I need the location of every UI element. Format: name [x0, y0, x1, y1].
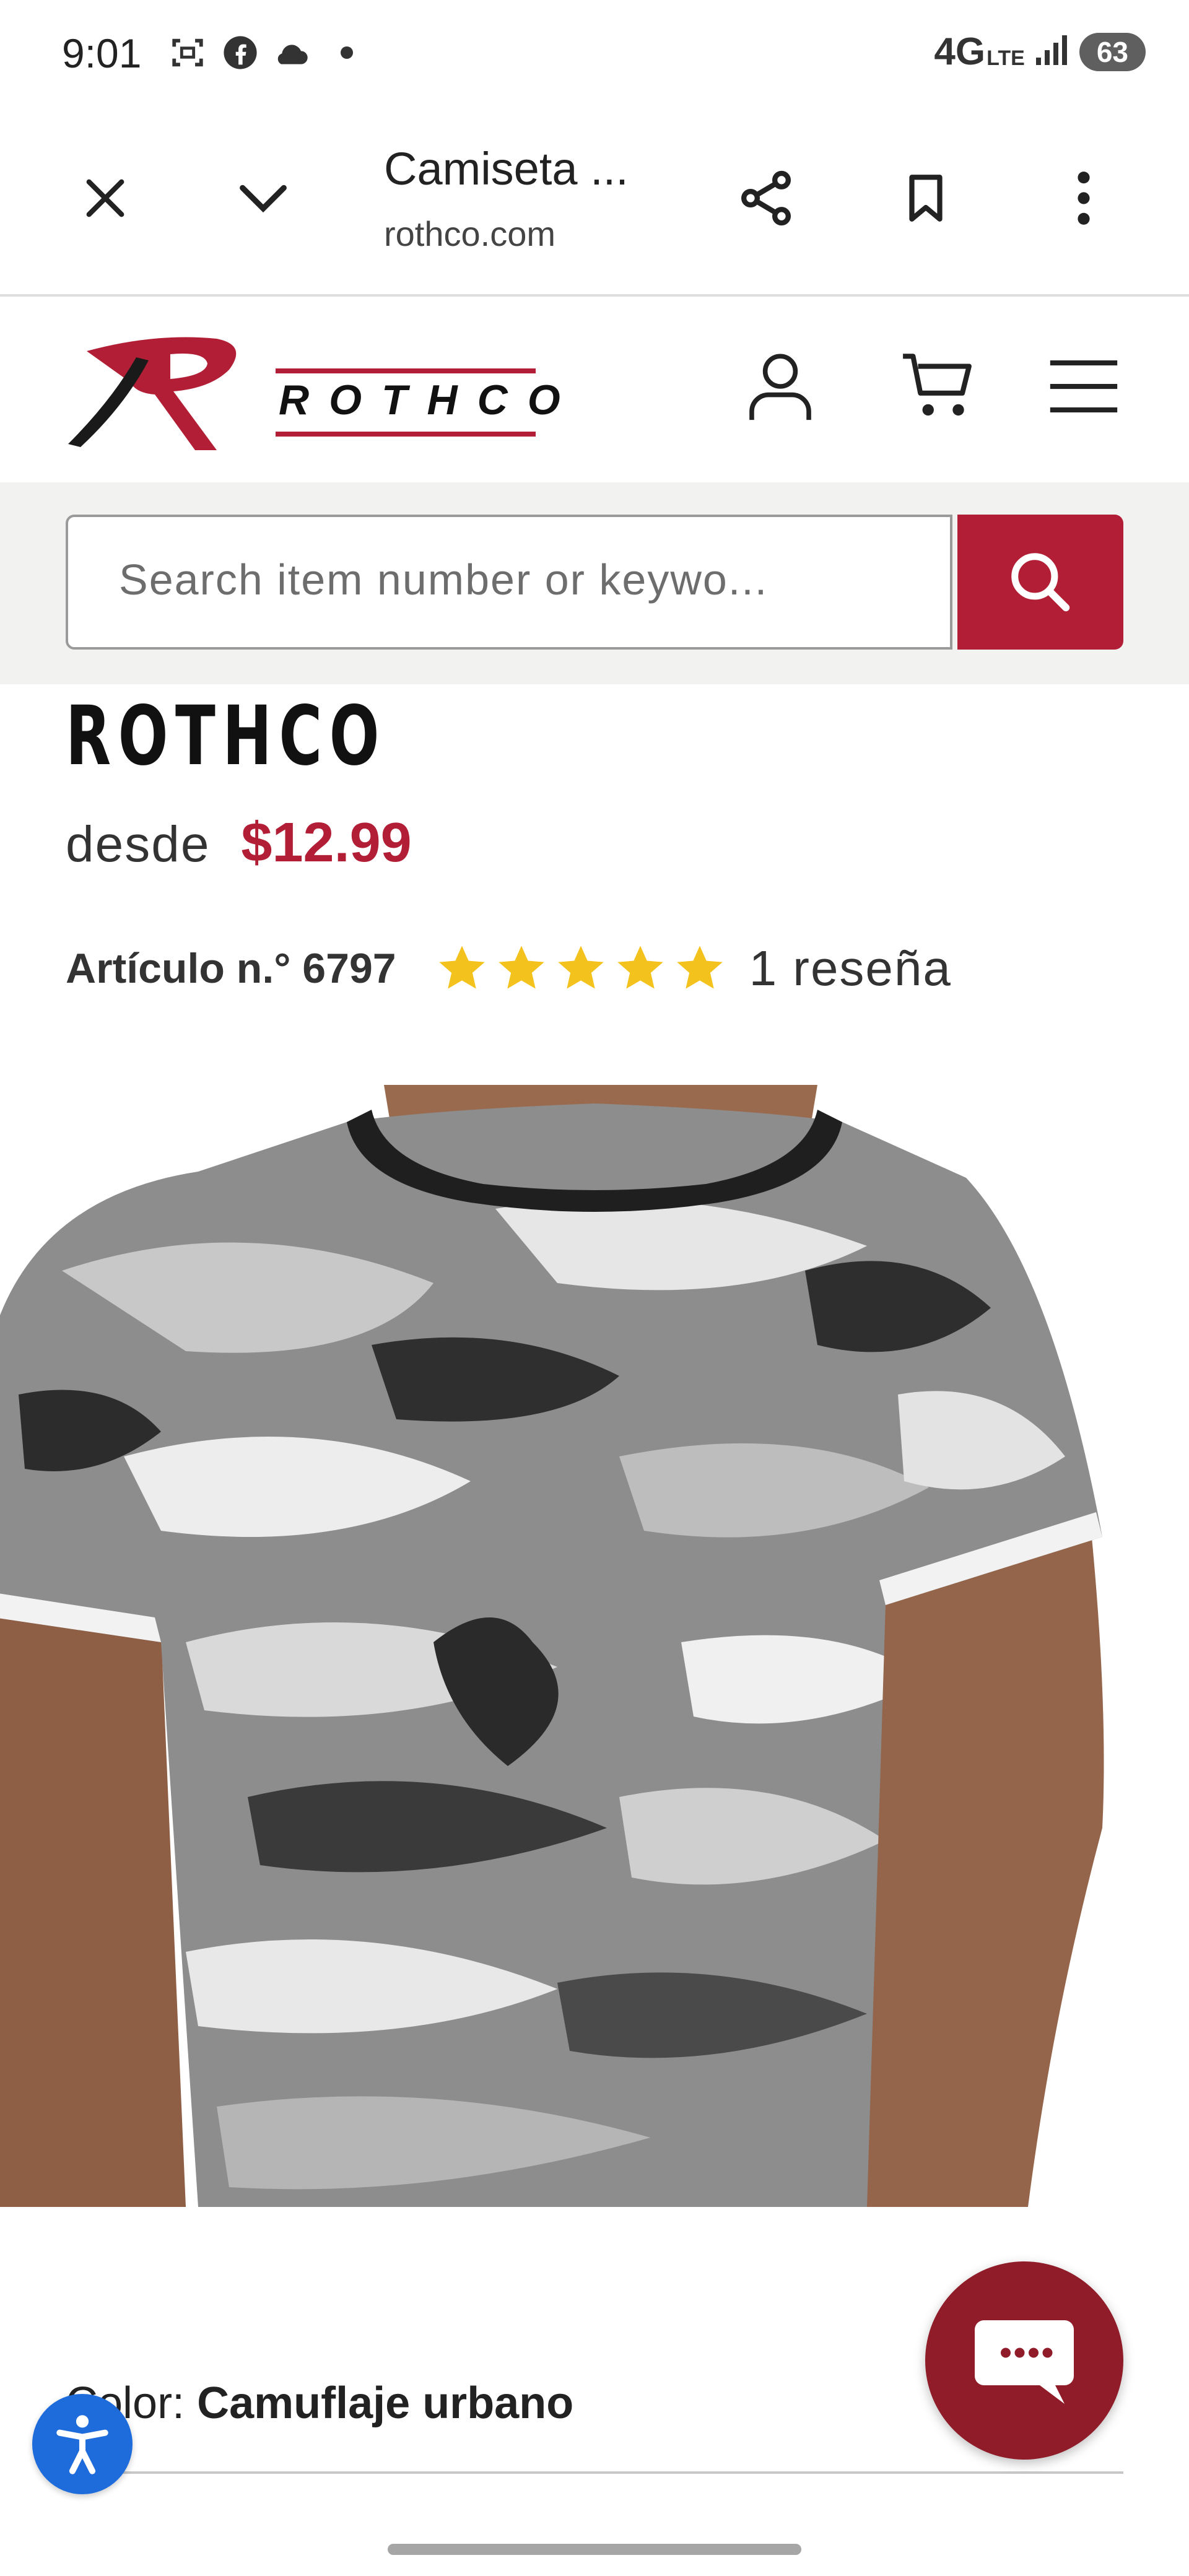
product-image[interactable]	[0, 1085, 1189, 2207]
product-price: $12.99	[241, 812, 412, 874]
cart-icon	[903, 354, 972, 416]
gesture-navigation-bar[interactable]	[388, 2544, 801, 2555]
logo-wordmark: ROTHCO	[279, 376, 580, 424]
screenshot-icon	[167, 32, 208, 73]
star-icon	[498, 946, 544, 989]
share-button[interactable]	[720, 152, 812, 245]
more-options-button[interactable]	[1037, 152, 1130, 245]
menu-button[interactable]	[1037, 340, 1130, 433]
network-label: 4G	[934, 30, 986, 73]
price-prefix: desde	[66, 816, 211, 872]
battery-indicator: 63	[1079, 32, 1146, 71]
user-icon	[749, 354, 811, 420]
product-sku: Artículo n.° 6797	[66, 945, 396, 992]
star-icon	[617, 946, 663, 989]
tab-url: rothco.com	[384, 214, 555, 253]
tab-title: Camiseta ...	[384, 143, 629, 194]
rothco-logo[interactable]: ROTHCO	[62, 326, 560, 463]
close-icon	[86, 179, 124, 217]
logo-r-mark	[68, 337, 237, 450]
search-box	[66, 515, 952, 650]
review-count-link[interactable]: 1 reseña	[749, 940, 952, 997]
dot-icon	[334, 32, 359, 73]
network-sub-label: LTE	[986, 46, 1025, 70]
chevron-down-icon	[240, 185, 287, 213]
status-bar: 9:01 4G LTE 63	[0, 0, 1189, 108]
star-icon	[438, 946, 485, 989]
bookmark-icon	[909, 175, 943, 222]
more-vertical-icon	[1078, 172, 1090, 225]
search-bar	[0, 482, 1189, 684]
star-icon	[676, 946, 723, 989]
star-icon	[557, 946, 604, 989]
facebook-icon	[220, 32, 261, 73]
browser-toolbar: Camiseta ... rothco.com	[0, 108, 1189, 297]
chat-icon	[975, 2320, 1074, 2404]
divider	[66, 2471, 1123, 2474]
close-tab-button[interactable]	[59, 152, 152, 245]
status-time: 9:01	[62, 30, 142, 76]
search-input[interactable]	[118, 517, 950, 642]
site-header: ROTHCO	[0, 297, 1189, 482]
sku-rating-line: Artículo n.° 6797 1 reseña	[66, 940, 952, 997]
minimize-button[interactable]	[217, 152, 310, 245]
color-value: Camuflaje urbano	[197, 2378, 574, 2428]
chat-button[interactable]	[925, 2261, 1123, 2460]
accessibility-button[interactable]	[32, 2394, 133, 2494]
star-rating[interactable]	[435, 941, 727, 996]
color-selection: Color: Camuflaje urbano	[66, 2378, 573, 2429]
bookmark-button[interactable]	[879, 152, 972, 245]
accessibility-icon	[56, 2415, 108, 2474]
hamburger-menu-icon	[1050, 360, 1118, 412]
status-right: 4G LTE 63	[934, 30, 1146, 74]
search-button[interactable]	[957, 515, 1123, 650]
account-button[interactable]	[734, 340, 827, 433]
share-icon	[741, 170, 791, 226]
cloud-icon	[269, 32, 313, 73]
product-brand: ROTHCO	[66, 689, 387, 784]
signal-icon	[1034, 33, 1071, 71]
search-icon	[1011, 553, 1070, 612]
price-line: desde $12.99	[66, 811, 412, 875]
cart-button[interactable]	[892, 340, 985, 433]
